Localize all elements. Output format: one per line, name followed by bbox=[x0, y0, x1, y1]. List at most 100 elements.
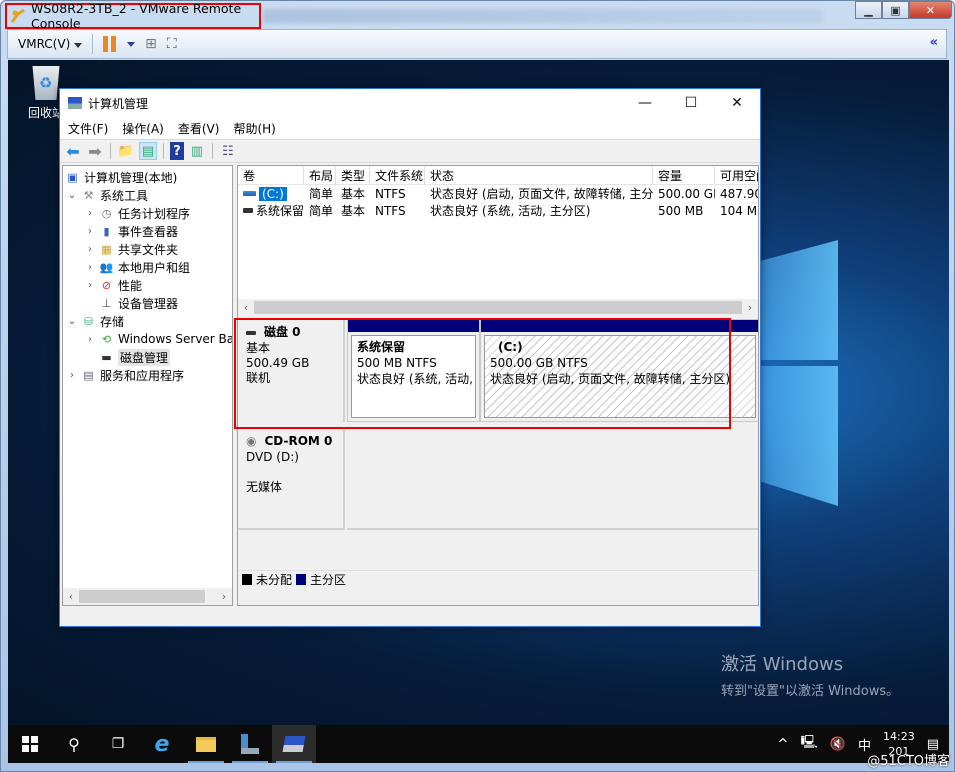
power-dropdown-icon[interactable] bbox=[127, 41, 136, 47]
chevron-right-icon[interactable]: › bbox=[85, 226, 95, 237]
tree-item-shared-folders[interactable]: › ▦ 共享文件夹 bbox=[85, 240, 178, 258]
back-arrow-icon[interactable]: ⬅ bbox=[64, 142, 82, 161]
scroll-left-icon[interactable]: ‹ bbox=[63, 590, 79, 603]
scrollbar-thumb[interactable] bbox=[79, 590, 205, 603]
partition-system-reserved[interactable]: 系统保留 500 MB NTFS 状态良好 (系统, 活动, 主分区) bbox=[347, 319, 480, 422]
action-pane-icon[interactable]: ▥ bbox=[188, 142, 206, 160]
column-header-status[interactable]: 状态 bbox=[425, 166, 653, 184]
cm-body: ▣ 计算机管理(本地) ⌄ ⚒ 系统工具 › ◷ 任务计划程序 › ▮ 事件查看… bbox=[60, 165, 760, 606]
show-hidden-icons-button[interactable]: ^ bbox=[778, 737, 789, 752]
pause-icon[interactable] bbox=[103, 36, 117, 52]
volume-name: (C:) bbox=[259, 186, 287, 201]
table-row[interactable]: (C:) 简单 基本 NTFS 状态良好 (启动, 页面文件, 故障转储, 主分… bbox=[238, 185, 758, 202]
computer-management-taskbar-button[interactable] bbox=[272, 725, 316, 763]
scroll-right-icon[interactable]: › bbox=[742, 301, 758, 314]
disk-info[interactable]: ◉ CD-ROM 0 DVD (D:) 无媒体 bbox=[238, 428, 345, 530]
chevron-right-icon[interactable]: › bbox=[85, 208, 95, 219]
tree-item-local-users-groups[interactable]: › 👥 本地用户和组 bbox=[85, 258, 190, 276]
vmrc-menu-button[interactable]: VMRC(V) bbox=[18, 37, 83, 51]
chevron-right-icon[interactable]: › bbox=[85, 262, 95, 273]
disk-state: 无媒体 bbox=[246, 480, 283, 494]
cm-minimize-button[interactable]: — bbox=[622, 89, 668, 117]
scrollbar-thumb[interactable] bbox=[254, 301, 742, 314]
menu-view[interactable]: 查看(V) bbox=[178, 120, 220, 137]
partition-status: 状态良好 (系统, 活动, 主分区) bbox=[357, 372, 475, 386]
volume-icon bbox=[243, 191, 256, 196]
folder-icon bbox=[196, 736, 216, 752]
tree-item-computer-management[interactable]: ▣ 计算机管理(本地) bbox=[65, 168, 177, 186]
partition-type-bar bbox=[481, 320, 758, 332]
up-folder-icon[interactable]: 📁 bbox=[117, 142, 135, 160]
tree-item-disk-management[interactable]: ▬ 磁盘管理 bbox=[85, 348, 171, 366]
network-icon[interactable]: 🖳 bbox=[800, 733, 817, 755]
table-row[interactable]: 系统保留 简单 基本 NTFS 状态良好 (系统, 活动, 主分区) 500 M… bbox=[238, 202, 758, 219]
column-header-volume[interactable]: 卷 bbox=[238, 166, 304, 184]
fullscreen-icon[interactable]: ⛶ bbox=[167, 36, 177, 52]
search-button[interactable]: ⚲ bbox=[52, 725, 96, 763]
tree-item-task-scheduler[interactable]: › ◷ 任务计划程序 bbox=[85, 204, 190, 222]
partition-c-drive[interactable]: (C:) 500.00 GB NTFS 状态良好 (启动, 页面文件, 故障转储… bbox=[480, 319, 758, 422]
vmrc-close-button[interactable]: ✕ bbox=[909, 1, 952, 19]
chevron-down-icon[interactable]: ⌄ bbox=[67, 316, 77, 327]
cm-close-button[interactable]: ✕ bbox=[714, 89, 760, 117]
disk-size: 500.49 GB bbox=[246, 356, 310, 370]
column-header-type[interactable]: 类型 bbox=[336, 166, 370, 184]
volume-muted-icon[interactable]: 🔇 bbox=[830, 737, 846, 752]
column-header-capacity[interactable]: 容量 bbox=[653, 166, 715, 184]
column-header-layout[interactable]: 布局 bbox=[304, 166, 336, 184]
disk-name: CD-ROM 0 bbox=[264, 434, 333, 448]
legend-label-unallocated: 未分配 bbox=[256, 572, 293, 587]
column-header-free-space[interactable]: 可用空间 bbox=[715, 166, 758, 184]
partition-body: 系统保留 500 MB NTFS 状态良好 (系统, 活动, 主分区) bbox=[351, 335, 476, 418]
network-devices-icon[interactable]: ⊞ bbox=[145, 36, 157, 52]
chevron-right-icon[interactable]: › bbox=[85, 280, 95, 291]
show-hide-tree-icon[interactable]: ▤ bbox=[139, 142, 157, 160]
site-watermark: @51CTO博客 bbox=[867, 754, 950, 769]
tree-item-event-viewer[interactable]: › ▮ 事件查看器 bbox=[85, 222, 178, 240]
tree-item-storage[interactable]: ⌄ ⛁ 存储 bbox=[67, 312, 124, 330]
disk-row-cdrom0[interactable]: ◉ CD-ROM 0 DVD (D:) 无媒体 bbox=[238, 428, 758, 530]
chevron-right-icon[interactable]: › bbox=[85, 244, 95, 255]
shared-folders-icon: ▦ bbox=[101, 242, 112, 256]
tree-item-windows-server-backup[interactable]: › ⟲ Windows Server Backup bbox=[85, 330, 232, 348]
vmrc-minimize-button[interactable]: ▁ bbox=[855, 1, 882, 19]
menu-file[interactable]: 文件(F) bbox=[68, 120, 108, 137]
chevron-right-icon[interactable]: › bbox=[67, 370, 77, 381]
vmrc-restore-button[interactable]: ▣ bbox=[882, 1, 909, 19]
tree-horizontal-scrollbar[interactable]: ‹ › bbox=[63, 588, 232, 605]
ie-button[interactable]: e bbox=[140, 725, 184, 763]
chevron-down-icon[interactable]: ⌄ bbox=[67, 190, 77, 201]
menu-action[interactable]: 操作(A) bbox=[122, 120, 164, 137]
properties-icon[interactable]: ☷ bbox=[219, 142, 237, 160]
tree-item-device-manager[interactable]: ⊥ 设备管理器 bbox=[85, 294, 178, 312]
help-icon[interactable]: ? bbox=[170, 142, 184, 160]
file-explorer-button[interactable] bbox=[184, 725, 228, 763]
forward-arrow-icon[interactable]: ➡ bbox=[86, 142, 104, 161]
disk-info[interactable]: 磁盘 0 基本 500.49 GB 联机 bbox=[238, 319, 345, 422]
computer-management-window: 计算机管理 — ☐ ✕ 文件(F) 操作(A) 查看(V) 帮助(H) ⬅ ➡ … bbox=[59, 88, 761, 627]
start-button[interactable] bbox=[8, 725, 52, 763]
server-manager-button[interactable] bbox=[228, 725, 272, 763]
task-view-button[interactable]: ❐ bbox=[96, 725, 140, 763]
activation-subtitle: 转到"设置"以激活 Windows。 bbox=[721, 684, 900, 699]
menu-help[interactable]: 帮助(H) bbox=[233, 120, 275, 137]
tree-item-system-tools[interactable]: ⌄ ⚒ 系统工具 bbox=[67, 186, 148, 204]
tree-item-performance[interactable]: › ⊘ 性能 bbox=[85, 276, 142, 294]
vmrc-title-bar: WS08R2-3TB_2 - VMware Remote Console bbox=[5, 1, 261, 31]
chevron-right-icon[interactable]: › bbox=[85, 334, 95, 345]
volume-list-horizontal-scrollbar[interactable]: ‹ › bbox=[238, 299, 758, 316]
tree-item-services-applications[interactable]: › ▤ 服务和应用程序 bbox=[67, 366, 184, 384]
filesystem-cell: NTFS bbox=[375, 203, 406, 218]
disk-row-disk0[interactable]: 磁盘 0 基本 500.49 GB 联机 系统保留 500 MB NTFS 状态… bbox=[238, 319, 758, 422]
windows-start-icon bbox=[22, 736, 38, 752]
collapse-toolbar-button[interactable]: « bbox=[930, 35, 938, 50]
cm-toolbar: ⬅ ➡ 📁 ▤ ? ▥ ☷ bbox=[60, 139, 760, 163]
volume-name: 系统保留 bbox=[255, 204, 304, 218]
local-users-icon: 👥 bbox=[99, 260, 114, 274]
column-header-filesystem[interactable]: 文件系统 bbox=[370, 166, 425, 184]
scroll-right-icon[interactable]: › bbox=[216, 590, 232, 603]
disk-management-icon: ▬ bbox=[101, 350, 112, 364]
vmrc-window-controls: ▁ ▣ ✕ bbox=[855, 1, 952, 19]
cm-maximize-button[interactable]: ☐ bbox=[668, 89, 714, 117]
scroll-left-icon[interactable]: ‹ bbox=[238, 301, 254, 314]
